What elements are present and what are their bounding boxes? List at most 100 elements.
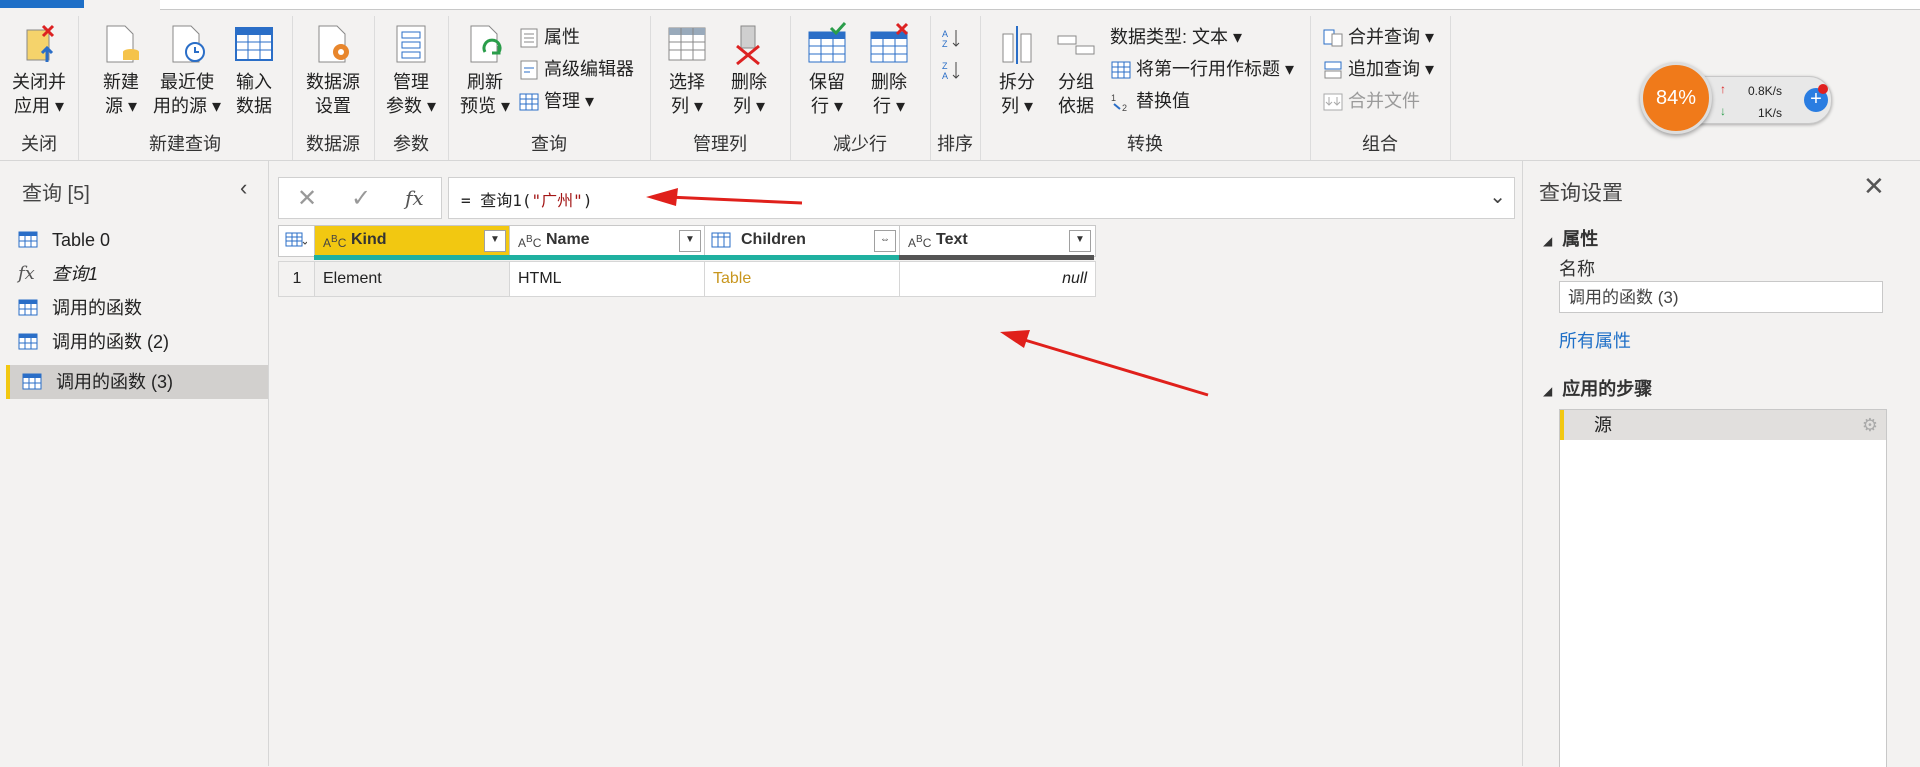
choose-columns-button[interactable]: 选择 列 ▾ [658,22,716,118]
text-type-icon: ABC [518,234,542,250]
advanced-editor-icon [520,60,538,80]
table-type-icon [711,232,731,248]
refresh-preview-button[interactable]: 刷新 预览 ▾ [456,22,514,118]
cell-kind[interactable]: Element [314,261,511,297]
query-settings-pane: 查询设置 ✕ ◢ 属性 名称 调用的函数 (3) 所有属性 ◢ 应用的步骤 源 ⚙ [1522,161,1920,767]
cancel-icon[interactable]: ✕ [297,184,317,213]
group-by-button[interactable]: 分组 依据 [1048,22,1104,118]
cell-text[interactable]: null [899,261,1096,297]
split-column-button[interactable]: 拆分 列 ▾ [988,22,1046,118]
table-header-icon [1111,61,1131,79]
query-item-label: 调用的函数 (2) [52,332,169,352]
table-menu-icon [285,232,307,247]
append-queries-button[interactable]: 追加查询 ▾ [1322,56,1434,82]
close-apply-button[interactable]: 关闭并 应用 ▾ [6,22,72,118]
data-type-dropdown[interactable]: 数据类型: 文本 ▾ [1110,24,1242,50]
data-source-settings-button[interactable]: 数据源 设置 [298,22,368,118]
queries-pane: 查询 [5] ‹ Table 0 fx 查询1 调用的函数 调用的函数 (2) … [0,161,269,766]
filter-dropdown-icon[interactable]: ▼ [679,230,701,252]
column-header-kind[interactable]: ABC Kind ▼ [314,225,511,257]
fx-icon[interactable]: fx [405,186,424,210]
group-label-reduce-rows: 减少行 [833,134,887,154]
sort-ascending-icon: AZ [942,29,960,48]
enter-data-button[interactable]: 输入 数据 [226,22,282,118]
formula-input[interactable]: = 查询1("广州") ⌄ [448,177,1515,219]
replace-values-button[interactable]: 1 2 替换值 [1110,88,1190,114]
cell-name[interactable]: HTML [509,261,706,297]
all-properties-link[interactable]: 所有属性 [1559,327,1631,353]
expand-formula-icon[interactable]: ⌄ [1489,184,1506,209]
properties-section-heading[interactable]: ◢ 属性 [1543,225,1598,251]
commit-icon[interactable]: ✓ [351,184,371,213]
query-item-table0[interactable]: Table 0 [6,223,264,257]
query-name-input[interactable]: 调用的函数 (3) [1559,281,1883,313]
title-strip [0,0,1920,10]
recent-sources-icon [172,25,205,63]
properties-button[interactable]: 属性 [518,24,580,50]
applied-steps-heading[interactable]: ◢ 应用的步骤 [1543,375,1652,401]
sort-ascending-button[interactable]: AZ [940,24,966,50]
main-editor: ✕ ✓ fx = 查询1("广州") ⌄ ABC Kind ▼ ABC Name… [270,161,1521,766]
filter-dropdown-icon[interactable]: ▼ [484,230,506,252]
table-menu-button[interactable] [278,225,316,257]
collapse-icon[interactable]: ‹ [240,175,247,201]
network-speed-widget[interactable]: 84% ↑ 0.8K/s ↓ 1K/s + [1640,62,1832,136]
svg-text:Z: Z [942,39,948,48]
close-apply-icon [26,24,55,62]
svg-text:Z: Z [942,61,948,71]
merge-queries-button[interactable]: 合并查询 ▾ [1322,24,1434,50]
choose-columns-icon [668,27,706,61]
keep-rows-button[interactable]: 保留 行 ▾ [798,22,856,118]
query-item-invoked-3[interactable]: 调用的函数 (3) [6,365,268,399]
close-icon[interactable]: ✕ [1863,171,1885,202]
append-queries-icon [1324,61,1342,79]
column-header-text[interactable]: ABC Text ▼ [899,225,1096,257]
query-item-invoked-2[interactable]: 调用的函数 (2) [6,325,264,359]
group-label-params: 参数 [393,134,429,154]
file-tab[interactable] [0,0,84,8]
row-number: 1 [278,261,316,297]
table-icon [22,373,42,390]
step-label: 源 [1594,415,1612,435]
group-label-sort: 排序 [937,134,973,154]
group-label-manage-columns: 管理列 [693,134,747,154]
group-label-data-source: 数据源 [306,134,360,154]
advanced-editor-button[interactable]: 高级编辑器 [518,56,634,82]
keep-rows-icon [808,22,847,63]
quality-bar [314,255,509,260]
remove-rows-button[interactable]: 删除 行 ▾ [860,22,918,118]
tab-strip-line [160,0,1920,10]
sort-descending-button[interactable]: ZA [940,56,966,82]
combine-files-button: 合并文件 [1322,88,1420,114]
group-label-close: 关闭 [21,134,57,154]
query-item-function[interactable]: fx 查询1 [6,257,264,291]
download-speed: 1K/s [1758,106,1783,120]
group-label-query: 查询 [531,134,567,154]
filter-dropdown-icon[interactable]: ▼ [1069,230,1091,252]
split-column-icon [1002,26,1032,64]
recent-sources-button[interactable]: 最近使 用的源 ▾ [150,22,224,118]
manage-params-button[interactable]: 管理 参数 ▾ [382,22,440,118]
cell-children-link[interactable]: Table [704,261,901,297]
query-item-label: 调用的函数 [52,298,142,318]
group-manage-columns: 选择 列 ▾ 删除 列 ▾ 管理列 [650,16,791,160]
applied-steps-list: 源 ⚙ [1559,409,1887,767]
usage-circle: 84% [1640,62,1712,134]
new-source-button[interactable]: 新建 源 ▾ [94,22,148,118]
use-first-row-headers-button[interactable]: 将第一行用作标题 ▾ [1110,56,1294,82]
gear-icon[interactable]: ⚙ [1862,410,1878,440]
query-item-invoked-1[interactable]: 调用的函数 [6,291,264,325]
column-header-children[interactable]: Children ⇔ [704,225,901,257]
down-arrow-icon: ↓ [1720,104,1726,118]
column-header-name[interactable]: ABC Name ▼ [509,225,706,257]
remove-columns-icon [736,25,760,66]
manage-query-button[interactable]: 管理 ▾ [518,88,594,114]
table-icon [18,299,38,316]
properties-icon [520,28,538,48]
group-label-combine: 组合 [1362,134,1398,154]
group-label-new-query: 新建查询 [149,134,221,154]
column-name: Text [936,231,968,248]
remove-columns-button[interactable]: 删除 列 ▾ [720,22,778,118]
applied-step-source[interactable]: 源 ⚙ [1560,410,1886,440]
expand-column-icon[interactable]: ⇔ [874,230,896,252]
